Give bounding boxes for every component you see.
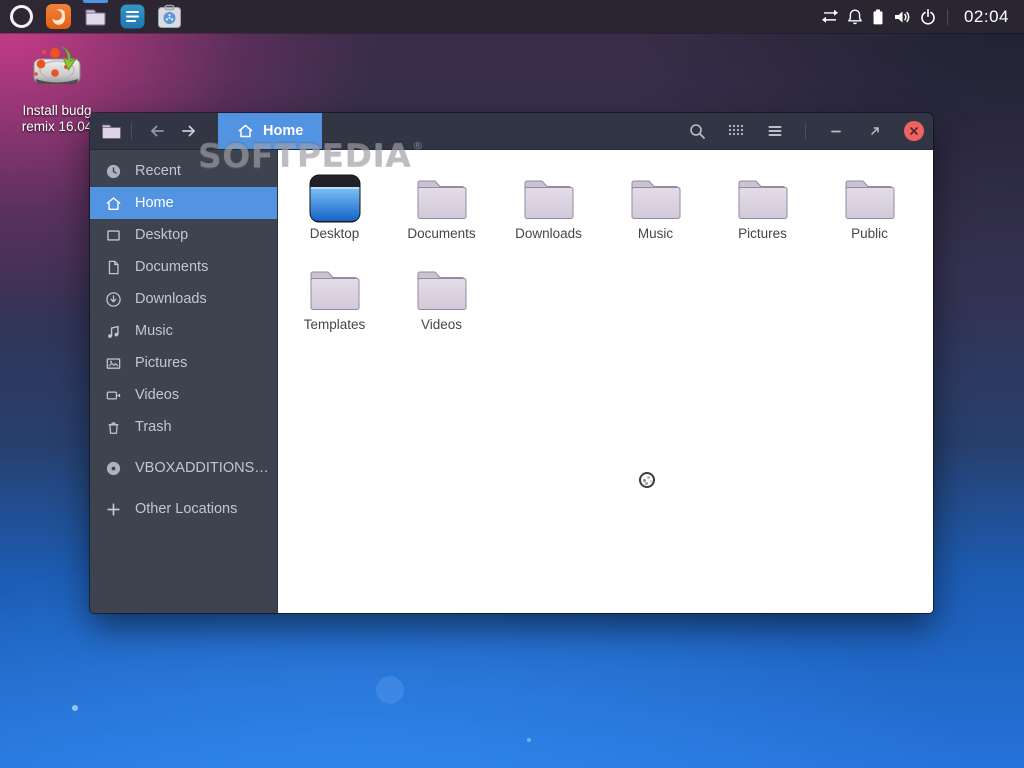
sidebar-item-trash[interactable]: Trash [90, 411, 277, 443]
home-icon [237, 123, 254, 139]
document-icon [105, 259, 122, 276]
budgie-menu-button[interactable] [3, 0, 40, 33]
trash-icon [105, 419, 122, 436]
grid-view-button[interactable] [718, 117, 754, 146]
headerbar-divider [805, 123, 806, 140]
search-button[interactable] [679, 117, 715, 146]
video-camera-icon [105, 387, 122, 404]
sidebar-item-desktop[interactable]: Desktop [90, 219, 277, 251]
hamburger-menu-icon [766, 122, 784, 140]
sidebar-item-documents[interactable]: Documents [90, 251, 277, 283]
software-center-launcher[interactable] [151, 0, 188, 33]
panel-status-area: 02:04 [820, 0, 1024, 33]
minimize-icon [829, 124, 843, 138]
folder-icon [520, 174, 578, 224]
search-icon [688, 122, 706, 140]
network-transfer-icon[interactable] [820, 8, 839, 26]
folder-item-pictures[interactable]: Pictures [709, 166, 816, 257]
folder-item-music[interactable]: Music [602, 166, 709, 257]
sidebar-item-pictures[interactable]: Pictures [90, 347, 277, 379]
panel-divider [947, 9, 948, 25]
notifications-bell-icon[interactable] [846, 8, 864, 26]
text-editor-icon [119, 3, 146, 30]
download-icon [105, 291, 122, 308]
folder-icon [306, 265, 364, 315]
grid-view-icon [727, 122, 745, 140]
battery-icon[interactable] [871, 8, 885, 26]
installer-drive-icon [28, 44, 86, 96]
sidebar-item-vboxadditions[interactable]: VBOXADDITIONS… [90, 452, 277, 484]
back-button[interactable] [141, 113, 173, 149]
sidebar-item-downloads[interactable]: Downloads [90, 283, 277, 315]
maximize-icon [868, 124, 882, 138]
folder-item-downloads[interactable]: Downloads [495, 166, 602, 257]
firefox-launcher[interactable] [40, 0, 77, 33]
folder-icon [841, 174, 899, 224]
back-arrow-icon [148, 123, 166, 139]
top-panel: 02:04 [0, 0, 1024, 33]
text-editor-launcher[interactable] [114, 0, 151, 33]
file-manager-window: Home [90, 113, 933, 613]
panel-clock[interactable]: 02:04 [958, 7, 1015, 27]
sidebar-item-other-locations[interactable]: Other Locations [90, 493, 277, 525]
headerbar-right [679, 113, 933, 149]
active-app-indicator [83, 0, 108, 3]
files-icon [82, 3, 109, 30]
window-body: Recent Home Desktop [90, 150, 933, 613]
maximize-button[interactable] [857, 117, 893, 146]
files-launcher[interactable] [77, 0, 114, 33]
folder-icon [734, 174, 792, 224]
disc-icon [105, 460, 122, 477]
desktop-folder-icon [309, 174, 361, 224]
recent-clock-icon [105, 163, 122, 180]
budgie-menu-icon [10, 5, 33, 28]
plus-icon [105, 501, 122, 518]
sidebar: Recent Home Desktop [90, 150, 278, 613]
menu-button[interactable] [757, 117, 793, 146]
image-icon [105, 355, 122, 372]
firefox-icon [45, 3, 72, 30]
files-app-icon [101, 122, 122, 140]
icon-grid: Desktop Documents [281, 166, 926, 348]
volume-icon[interactable] [892, 8, 912, 26]
loading-spinner-icon [639, 472, 655, 488]
sidebar-item-music[interactable]: Music [90, 315, 277, 347]
headerbar-left: Home [90, 113, 322, 149]
minimize-button[interactable] [818, 117, 854, 146]
music-note-icon [105, 323, 122, 340]
desktop-icon [105, 227, 122, 244]
headerbar: Home [90, 113, 933, 150]
path-button-label: Home [263, 123, 303, 139]
sidebar-item-videos[interactable]: Videos [90, 379, 277, 411]
folder-view: Desktop Documents [278, 150, 933, 613]
home-icon [105, 195, 122, 212]
close-icon [909, 126, 919, 136]
folder-icon [413, 174, 471, 224]
forward-button[interactable] [173, 113, 205, 149]
sidebar-item-home[interactable]: Home [90, 187, 277, 219]
power-icon[interactable] [919, 8, 937, 26]
folder-item-desktop[interactable]: Desktop [281, 166, 388, 257]
folder-item-public[interactable]: Public [816, 166, 923, 257]
folder-item-documents[interactable]: Documents [388, 166, 495, 257]
path-button-home[interactable]: Home [218, 113, 322, 149]
sidebar-item-recent[interactable]: Recent [90, 155, 277, 187]
headerbar-divider [131, 123, 132, 140]
software-center-icon [156, 3, 183, 30]
folder-item-templates[interactable]: Templates [281, 257, 388, 348]
close-button[interactable] [904, 121, 924, 141]
folder-icon [627, 174, 685, 224]
panel-launchers [0, 0, 188, 33]
folder-item-videos[interactable]: Videos [388, 257, 495, 348]
forward-arrow-icon [180, 123, 198, 139]
folder-icon [413, 265, 471, 315]
